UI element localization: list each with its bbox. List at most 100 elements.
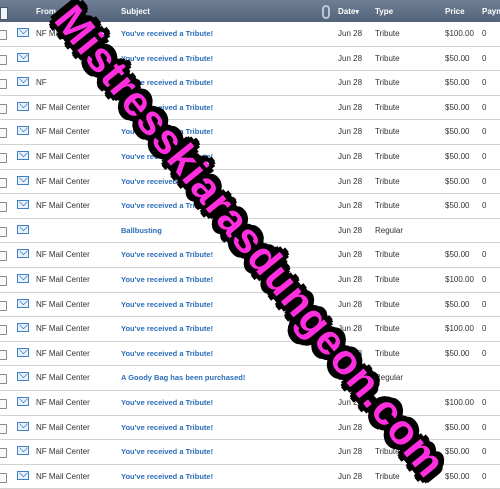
row-price: $50.00 — [445, 201, 470, 211]
table-row[interactable]: NF Mail Center You've received a Tribute!… — [0, 317, 500, 342]
row-checkbox[interactable] — [0, 374, 7, 385]
row-subject-link[interactable]: You've received a Tribute! — [121, 250, 213, 259]
row-from: NF — [36, 78, 47, 88]
row-subject-link[interactable]: You've received a Tribute! — [121, 201, 213, 210]
column-header-subject[interactable]: Subject — [121, 7, 150, 16]
row-checkbox[interactable] — [0, 226, 7, 237]
table-row[interactable]: NF Mail Center You've received a Tribute!… — [0, 440, 500, 465]
table-row[interactable]: NF Mail Center You've received a Tribute!… — [0, 391, 500, 416]
row-subject-link[interactable]: A Goody Bag has been purchased! — [121, 373, 245, 382]
envelope-icon — [17, 52, 29, 62]
row-checkbox[interactable] — [0, 300, 7, 311]
row-type: Regular — [375, 225, 404, 235]
table-row[interactable]: NF Mail Center You've received a Tribute!… — [0, 145, 500, 170]
row-from: NF Mail Center — [36, 422, 90, 432]
table-row[interactable]: NF Mail Center You've received a Tribute!… — [0, 194, 500, 219]
row-from: NF Mail Center — [36, 176, 90, 186]
table-row[interactable]: NF Mail Center You've received a Tribute!… — [0, 22, 500, 47]
envelope-icon — [17, 323, 29, 333]
row-subject-link[interactable]: You've received a Tribute! — [121, 324, 213, 333]
row-checkbox[interactable] — [0, 103, 7, 114]
row-checkbox[interactable] — [0, 349, 7, 360]
row-checkbox[interactable] — [0, 202, 7, 213]
row-type: Tribute — [375, 250, 400, 260]
column-header-price[interactable]: Price — [445, 7, 465, 16]
row-date: Jun 28 — [338, 471, 363, 481]
row-checkbox[interactable] — [0, 54, 7, 65]
envelope-icon — [17, 126, 29, 136]
envelope-icon — [17, 175, 29, 185]
row-checkbox[interactable] — [0, 423, 7, 434]
column-header-payment[interactable]: Paym — [482, 7, 500, 16]
row-subject-link[interactable]: You've received a Tribute! — [121, 152, 213, 161]
row-date: Jun 28 — [338, 324, 363, 334]
row-subject-link[interactable]: Ballbusting — [121, 226, 162, 235]
row-checkbox[interactable] — [0, 30, 7, 40]
row-checkbox[interactable] — [0, 398, 7, 409]
row-subject-link[interactable]: You've received a Tribute! — [121, 398, 213, 407]
column-header-from[interactable]: From — [36, 7, 56, 16]
row-checkbox[interactable] — [0, 251, 7, 262]
table-row[interactable]: NF Mail Center You've received a Tribute!… — [0, 170, 500, 195]
row-subject-link[interactable]: You've received a Tribute! — [121, 103, 213, 112]
envelope-icon — [17, 224, 29, 234]
row-date: Jun 28 — [338, 53, 363, 63]
select-all-checkbox[interactable] — [0, 7, 8, 20]
row-type: Tribute — [375, 348, 400, 358]
row-subject-link[interactable]: You've received a Tribute! — [121, 423, 213, 432]
row-subject-link[interactable]: You've received a Tribute! — [121, 300, 213, 309]
row-from: NF Mail Center — [36, 274, 90, 284]
row-payment: 0 — [482, 78, 487, 88]
row-subject-link[interactable]: You've received a Tribute! — [121, 29, 213, 38]
row-from: NF Mail Center — [36, 324, 90, 334]
row-payment: 0 — [482, 127, 487, 137]
row-price: $50.00 — [445, 127, 470, 137]
paperclip-icon[interactable] — [322, 5, 330, 19]
row-payment: 0 — [482, 471, 487, 481]
table-row[interactable]: NF You've received a Tribute! Jun 28 Tribut… — [0, 71, 500, 96]
column-header-date[interactable]: Date▾ — [338, 7, 359, 16]
row-subject-link[interactable]: You've received a Tribute! — [121, 54, 213, 63]
message-list: NF Mail Center You've received a Tribute!… — [0, 22, 500, 489]
row-subject-link[interactable]: You've received a Tribute! — [121, 275, 213, 284]
row-payment: 0 — [482, 250, 487, 260]
row-payment: 0 — [482, 447, 487, 457]
row-type: Tribute — [375, 29, 400, 38]
row-checkbox[interactable] — [0, 152, 7, 163]
row-subject-link[interactable]: You've received a Tribute! — [121, 177, 213, 186]
row-checkbox[interactable] — [0, 325, 7, 336]
row-subject-link[interactable]: You've received a Tribute! — [121, 349, 213, 358]
table-row[interactable]: NF Mail Center You've received a Tribute!… — [0, 416, 500, 441]
row-from: NF Mail Center — [36, 348, 90, 358]
row-checkbox[interactable] — [0, 79, 7, 90]
row-checkbox[interactable] — [0, 448, 7, 459]
table-row[interactable]: Ballbusting Jun 28 Regular — [0, 219, 500, 244]
row-subject-link[interactable]: You've received a Tribute! — [121, 472, 213, 481]
table-row[interactable]: NF Mail Center You've received a Tribute!… — [0, 120, 500, 145]
table-row[interactable]: NF Mail Center You've received a Tribute!… — [0, 243, 500, 268]
row-subject-link[interactable]: You've received a Tribute! — [121, 447, 213, 456]
row-price: $50.00 — [445, 78, 470, 88]
row-subject-link[interactable]: You've received a Tribute! — [121, 127, 213, 136]
row-checkbox[interactable] — [0, 128, 7, 139]
row-price: $50.00 — [445, 102, 470, 112]
row-type: Tribute — [375, 78, 400, 88]
table-row[interactable]: NF Mail Center You've received a Tribute!… — [0, 465, 500, 489]
table-row[interactable]: NF Mail Center You've received a Tribute!… — [0, 268, 500, 293]
column-header-type[interactable]: Type — [375, 7, 393, 16]
row-date: Jun 28 — [338, 127, 363, 137]
row-subject-link[interactable]: You've received a Tribute! — [121, 78, 213, 87]
table-row[interactable]: NF Mail Center A Goody Bag has been purch… — [0, 366, 500, 391]
row-checkbox[interactable] — [0, 275, 7, 286]
row-from: NF Mail Center — [36, 102, 90, 112]
row-payment: 0 — [482, 422, 487, 432]
row-type: Tribute — [375, 274, 400, 284]
row-checkbox[interactable] — [0, 177, 7, 188]
table-row[interactable]: You've received a Tribute! Jun 28 Tribute $… — [0, 47, 500, 72]
table-row[interactable]: NF Mail Center You've received a Tribute!… — [0, 293, 500, 318]
table-row[interactable]: NF Mail Center You've received a Tribute!… — [0, 96, 500, 121]
row-payment: 0 — [482, 151, 487, 161]
table-row[interactable]: NF Mail Center You've received a Tribute!… — [0, 342, 500, 367]
row-checkbox[interactable] — [0, 472, 7, 483]
row-type: Tribute — [375, 447, 400, 457]
